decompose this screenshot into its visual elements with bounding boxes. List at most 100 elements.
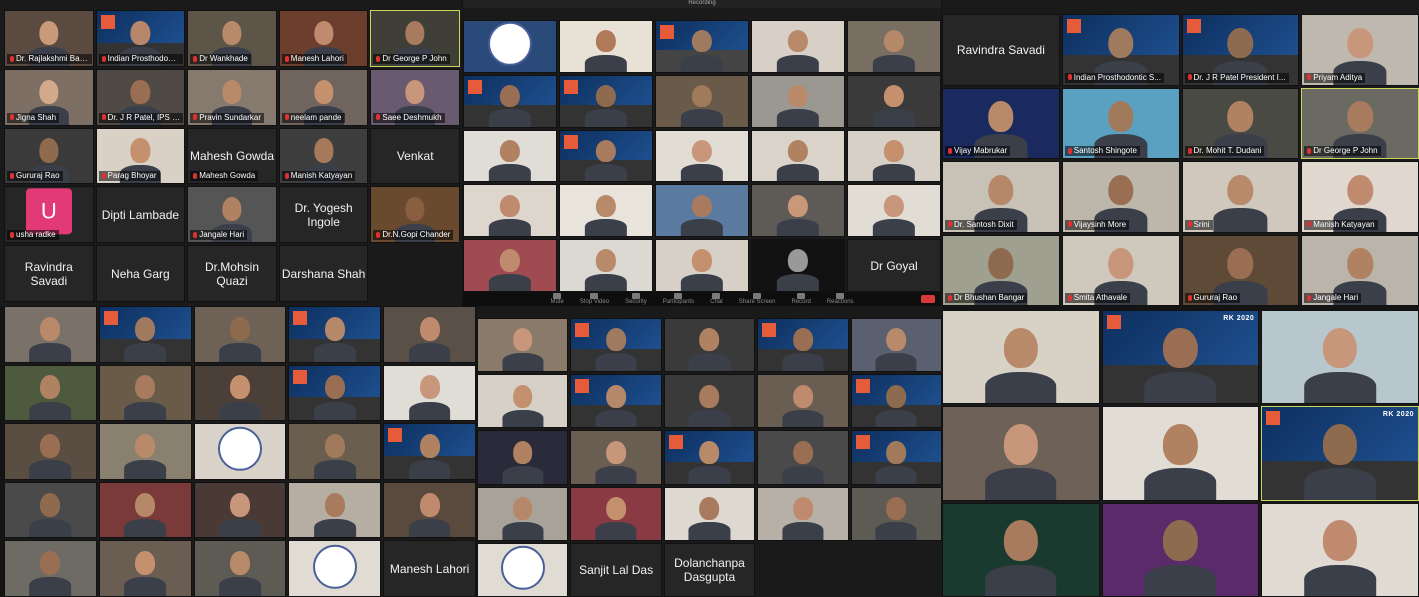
participant-tile[interactable]: [751, 74, 845, 128]
participant-tile[interactable]: [655, 129, 749, 183]
participant-tile[interactable]: [98, 306, 192, 363]
toolbar-button[interactable]: Share Screen: [739, 293, 776, 305]
participant-tile[interactable]: [463, 239, 557, 292]
participant-tile[interactable]: Jangale Hari: [187, 186, 277, 244]
participant-tile[interactable]: [193, 306, 287, 363]
participant-tile[interactable]: [1261, 502, 1419, 597]
participant-tile[interactable]: [751, 239, 845, 292]
participant-tile[interactable]: Dolanchanpa Dasgupta: [663, 542, 756, 597]
participant-tile[interactable]: [288, 364, 382, 422]
participant-tile[interactable]: [288, 540, 382, 597]
participant-tile[interactable]: [383, 364, 476, 422]
participant-tile[interactable]: [193, 540, 287, 597]
participant-tile[interactable]: [757, 318, 849, 373]
participant-tile[interactable]: Dr. Mohit T. Dudani: [1181, 87, 1300, 159]
participant-tile[interactable]: [193, 481, 287, 539]
participant-tile[interactable]: [663, 374, 756, 429]
participant-tile[interactable]: Smita Athavale: [1061, 234, 1180, 306]
participant-tile[interactable]: Mahesh Gowda Mahesh Gowda: [187, 127, 277, 185]
participant-tile[interactable]: [751, 184, 845, 238]
participant-tile[interactable]: [559, 20, 653, 73]
participant-tile[interactable]: [559, 184, 653, 238]
participant-tile[interactable]: Dr. J R Patel, IPS Presid...: [95, 68, 186, 126]
participant-tile[interactable]: Dipti Lambade: [95, 186, 186, 244]
participant-tile[interactable]: [847, 129, 941, 183]
toolbar-button[interactable]: Mute: [550, 293, 564, 305]
participant-tile[interactable]: [193, 423, 287, 480]
participant-tile[interactable]: [847, 20, 941, 73]
participant-tile[interactable]: [655, 239, 749, 292]
participant-tile[interactable]: [4, 364, 97, 422]
participant-tile[interactable]: [751, 129, 845, 183]
participant-tile[interactable]: [850, 430, 942, 485]
participant-tile[interactable]: [477, 486, 569, 541]
participant-tile[interactable]: [4, 423, 97, 480]
participant-tile[interactable]: [570, 374, 662, 429]
participant-tile[interactable]: Dr Bhushan Bangar: [942, 234, 1060, 306]
participant-tile[interactable]: [383, 306, 476, 363]
participant-tile[interactable]: Manesh Lahori: [278, 10, 369, 67]
participant-tile[interactable]: Dr George P John: [370, 10, 460, 67]
participant-tile[interactable]: [663, 430, 756, 485]
participant-tile[interactable]: [570, 430, 662, 485]
participant-tile[interactable]: [663, 486, 756, 541]
participant-tile[interactable]: Venkat: [370, 127, 460, 185]
participant-tile[interactable]: Jangale Hari: [1301, 234, 1419, 306]
participant-tile[interactable]: [942, 502, 1100, 597]
participant-tile[interactable]: Srini: [1181, 161, 1300, 233]
participant-tile[interactable]: [463, 20, 557, 73]
participant-tile[interactable]: Dr Wankhade: [187, 10, 277, 67]
participant-tile[interactable]: [4, 306, 97, 363]
participant-tile[interactable]: [942, 310, 1100, 405]
participant-tile[interactable]: Dr. J R Patel President I...: [1181, 14, 1300, 86]
participant-tile[interactable]: Parag Bhoyar: [95, 127, 186, 185]
participant-tile[interactable]: [850, 318, 942, 373]
participant-tile[interactable]: [1101, 502, 1260, 597]
participant-tile[interactable]: neelam pande: [278, 68, 369, 126]
toolbar-button[interactable]: Security: [625, 293, 647, 305]
participant-tile[interactable]: Dr. Yogesh Ingole: [278, 186, 369, 244]
participant-tile[interactable]: [751, 20, 845, 73]
participant-tile[interactable]: [288, 306, 382, 363]
participant-tile[interactable]: [98, 364, 192, 422]
toolbar-button[interactable]: Record: [792, 293, 811, 305]
participant-tile[interactable]: [559, 74, 653, 128]
participant-tile[interactable]: Pravin Sundarkar: [187, 68, 277, 126]
participant-tile[interactable]: [847, 184, 941, 238]
participant-tile[interactable]: Vijaysinh More: [1061, 161, 1180, 233]
participant-tile[interactable]: Saee Deshmukh: [370, 68, 460, 126]
participant-tile[interactable]: [477, 430, 569, 485]
participant-tile[interactable]: Indian Prosthodontic S...: [95, 10, 186, 67]
participant-tile[interactable]: [570, 486, 662, 541]
toolbar-button[interactable]: Stop Video: [580, 293, 609, 305]
participant-tile[interactable]: [463, 74, 557, 128]
participant-tile[interactable]: [4, 540, 97, 597]
toolbar-button[interactable]: Participants: [663, 293, 694, 305]
participant-tile[interactable]: [655, 20, 749, 73]
participant-tile[interactable]: RK 2020: [1261, 406, 1419, 501]
participant-tile[interactable]: [477, 542, 569, 597]
participant-tile[interactable]: RK 2020: [1101, 310, 1260, 405]
participant-tile[interactable]: [463, 129, 557, 183]
participant-tile[interactable]: [570, 318, 662, 373]
participant-tile[interactable]: [559, 129, 653, 183]
participant-tile[interactable]: [1261, 310, 1419, 405]
participant-tile[interactable]: [383, 423, 476, 480]
participant-tile[interactable]: [288, 481, 382, 539]
participant-tile[interactable]: [1101, 406, 1260, 501]
participant-tile[interactable]: [850, 374, 942, 429]
toolbar-button[interactable]: Reactions: [827, 293, 854, 305]
participant-tile[interactable]: Manish Katyayan: [1301, 161, 1419, 233]
participant-tile[interactable]: Dr. Santosh Dixit: [942, 161, 1060, 233]
end-meeting-button[interactable]: [921, 295, 935, 303]
participant-tile[interactable]: Santosh Shingote: [1061, 87, 1180, 159]
participant-tile[interactable]: Manesh Lahori: [383, 540, 476, 597]
participant-tile[interactable]: [4, 481, 97, 539]
participant-tile[interactable]: [477, 374, 569, 429]
participant-tile[interactable]: [655, 184, 749, 238]
participant-tile[interactable]: [98, 481, 192, 539]
participant-tile[interactable]: Ravindra Savadi: [942, 14, 1060, 86]
participant-tile[interactable]: Dr.N.Gopi Chander: [370, 186, 460, 244]
participant-tile[interactable]: [98, 423, 192, 480]
participant-tile[interactable]: [847, 74, 941, 128]
